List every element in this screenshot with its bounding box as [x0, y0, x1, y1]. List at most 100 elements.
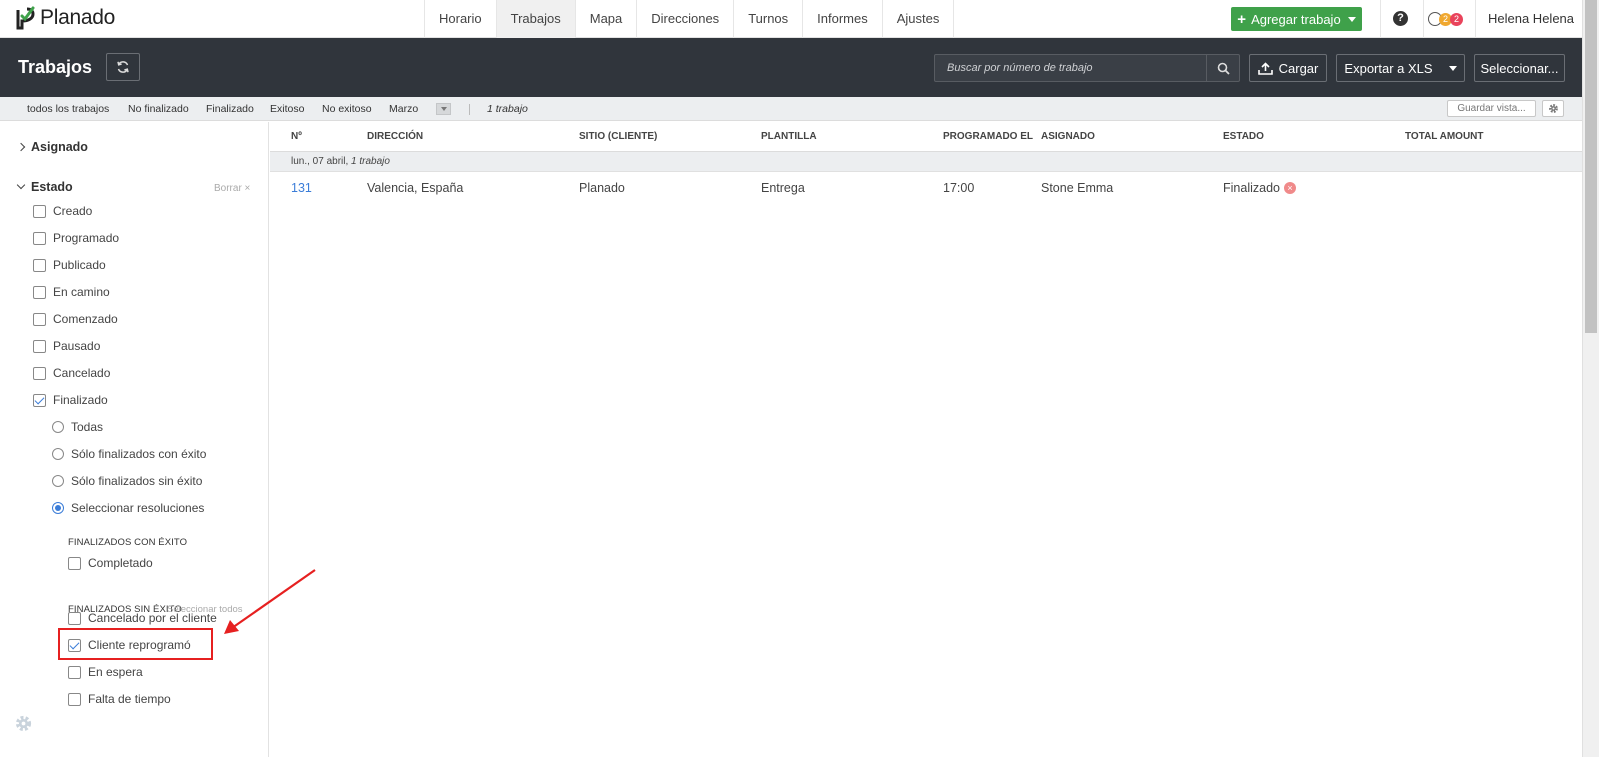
col-number[interactable]: Nº — [291, 122, 302, 152]
search-button[interactable] — [1206, 55, 1239, 81]
resolution-cancelado-cliente[interactable]: Cancelado por el cliente — [68, 611, 217, 625]
section-assigned-label: Asignado — [31, 140, 88, 154]
radio-solo-sin-exito[interactable]: Sólo finalizados sin éxito — [52, 474, 202, 488]
status-cancelado[interactable]: Cancelado — [33, 366, 110, 380]
col-status[interactable]: Estado — [1223, 122, 1264, 152]
filter-more-dropdown[interactable] — [436, 103, 451, 115]
top-navbar: Planado Horario Trabajos Mapa Direccione… — [0, 0, 1582, 38]
add-job-button[interactable]: + Agregar trabajo — [1231, 7, 1362, 31]
refresh-icon — [117, 61, 129, 73]
section-status-label: Estado — [31, 180, 73, 194]
page-scrollbar[interactable] — [1582, 0, 1599, 757]
user-menu[interactable]: Helena Helena — [1488, 0, 1574, 38]
col-address[interactable]: Dirección — [367, 122, 423, 152]
caret-down-icon — [1448, 65, 1457, 71]
filter-unsuccessful[interactable]: No exitoso — [322, 97, 372, 121]
add-job-label: Agregar trabajo — [1251, 11, 1341, 27]
filter-all-jobs[interactable]: todos los trabajos — [27, 97, 109, 121]
checkbox-label: Pausado — [53, 339, 101, 353]
nav-tab-ajustes[interactable]: Ajustes — [883, 0, 955, 38]
caret-down-icon — [440, 107, 447, 111]
planado-logo[interactable]: Planado — [16, 6, 115, 30]
gear-icon — [15, 715, 32, 732]
export-xls-button[interactable]: Exportar a XLS — [1336, 54, 1465, 82]
filter-finished[interactable]: Finalizado — [206, 97, 254, 121]
job-search-input[interactable] — [935, 55, 1206, 81]
nav-tab-trabajos[interactable]: Trabajos — [496, 0, 576, 38]
checkbox-label: Comenzado — [53, 312, 118, 326]
view-settings-button[interactable] — [1542, 100, 1564, 117]
save-view-button[interactable]: Guardar vista... — [1447, 100, 1536, 117]
status-en-camino[interactable]: En camino — [33, 285, 110, 299]
resolution-falta-tiempo[interactable]: Falta de tiempo — [68, 692, 171, 706]
page-header: Trabajos Cargar Exportar a XLS Seleccion… — [0, 38, 1582, 97]
status-publicado[interactable]: Publicado — [33, 258, 106, 272]
col-assignee[interactable]: Asignado — [1041, 122, 1095, 152]
radio-solo-exito[interactable]: Sólo finalizados con éxito — [52, 447, 206, 461]
section-status[interactable]: Estado — [16, 180, 73, 194]
checkbox-label: Publicado — [53, 258, 106, 272]
checkbox — [33, 366, 46, 380]
table-row[interactable]: 131 Valencia, España Planado Entrega 17:… — [270, 173, 1582, 203]
checkbox-label: Cancelado por el cliente — [88, 611, 217, 625]
group-count: 1 trabajo — [351, 156, 390, 167]
checkbox — [68, 556, 81, 570]
status-finalizado[interactable]: Finalizado — [33, 393, 108, 407]
status-creado[interactable]: Creado — [33, 204, 92, 218]
export-label: Exportar a XLS — [1344, 60, 1433, 76]
status-pausado[interactable]: Pausado — [33, 339, 100, 353]
radio-select-resolutions[interactable]: Seleccionar resoluciones — [52, 501, 204, 515]
chevron-right-icon — [16, 142, 26, 152]
help-icon[interactable]: ? — [1393, 11, 1408, 26]
upload-button[interactable]: Cargar — [1249, 54, 1327, 82]
status-text: Finalizado — [1223, 181, 1280, 195]
col-template[interactable]: Plantilla — [761, 122, 817, 152]
scrollbar-thumb[interactable] — [1585, 0, 1597, 333]
highlight-box — [58, 628, 213, 660]
cell-status: Finalizado × — [1223, 173, 1296, 203]
col-total-amount[interactable]: Total amount — [1405, 122, 1484, 152]
date-group-row: lun., 07 abril, 1 trabajo — [270, 152, 1582, 172]
checkbox — [33, 258, 46, 272]
upload-icon — [1257, 61, 1273, 75]
logo-text: Planado — [40, 6, 115, 29]
main-nav-tabs: Horario Trabajos Mapa Direcciones Turnos… — [424, 0, 955, 38]
nav-tab-horario[interactable]: Horario — [425, 0, 497, 38]
checkbox — [68, 665, 81, 679]
nav-tab-informes[interactable]: Informes — [803, 0, 883, 38]
jobs-table-header: Nº Dirección Sitio (cliente) Plantilla P… — [270, 122, 1582, 152]
select-label: Seleccionar... — [1480, 60, 1559, 76]
radio-label: Seleccionar resoluciones — [71, 501, 205, 515]
resolution-completado[interactable]: Completado — [68, 556, 153, 570]
col-site[interactable]: Sitio (cliente) — [579, 122, 657, 152]
select-button[interactable]: Seleccionar... — [1474, 54, 1565, 82]
checkbox-label: Finalizado — [53, 393, 108, 407]
filter-not-finished[interactable]: No finalizado — [128, 97, 189, 121]
cell-template: Entrega — [761, 181, 805, 195]
status-comenzado[interactable]: Comenzado — [33, 312, 118, 326]
section-assigned[interactable]: Asignado — [16, 140, 88, 154]
radio-label: Sólo finalizados con éxito — [71, 447, 207, 461]
nav-tab-mapa[interactable]: Mapa — [576, 0, 638, 38]
nav-tab-turnos[interactable]: Turnos — [734, 0, 804, 38]
refresh-button[interactable] — [106, 53, 140, 81]
checkbox — [68, 611, 81, 625]
filter-successful[interactable]: Exitoso — [270, 97, 304, 121]
radio-label: Sólo finalizados sin éxito — [71, 474, 203, 488]
checkbox-label: En espera — [88, 665, 143, 679]
resolution-en-espera[interactable]: En espera — [68, 665, 143, 679]
notifications[interactable]: 2 2 — [1428, 11, 1468, 27]
clear-status-link[interactable]: Borrar × — [214, 183, 250, 194]
job-number-link[interactable]: 131 — [291, 173, 312, 203]
filter-march[interactable]: Marzo — [389, 97, 418, 121]
status-programado[interactable]: Programado — [33, 231, 119, 245]
checkbox-label: En camino — [53, 285, 110, 299]
cell-site: Planado — [579, 181, 625, 195]
radio-todas[interactable]: Todas — [52, 420, 103, 434]
plus-icon: + — [1237, 10, 1247, 28]
upload-label: Cargar — [1278, 60, 1319, 76]
annotation-arrow-icon — [224, 569, 316, 634]
sidebar-settings-button[interactable] — [14, 714, 33, 736]
nav-tab-direcciones[interactable]: Direcciones — [637, 0, 735, 38]
col-scheduled[interactable]: Programado el — [943, 122, 1033, 152]
